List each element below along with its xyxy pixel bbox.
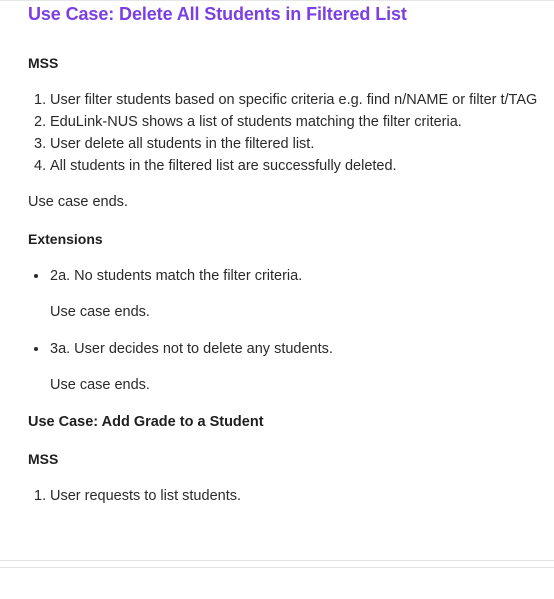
extension-end-text: Use case ends.	[50, 304, 150, 320]
step-number: 3.	[34, 136, 47, 152]
step-text: User delete all students in the filtered…	[50, 136, 315, 152]
bullet-icon	[34, 347, 38, 351]
mss-heading: MSS	[28, 451, 59, 467]
extensions-heading: Extensions	[28, 231, 103, 247]
top-divider	[0, 0, 554, 1]
step-number: 2.	[34, 114, 47, 130]
bottom-divider	[0, 567, 554, 568]
extension-text: 3a. User decides not to delete any stude…	[50, 341, 333, 357]
mss-step-list: 1. User requests to list students.	[28, 487, 241, 509]
mss-step: 1. User filter students based on specifi…	[28, 91, 537, 113]
extension-list-3a: 3a. User decides not to delete any stude…	[28, 340, 333, 362]
mss-step: 3. User delete all students in the filte…	[28, 135, 537, 157]
step-number: 4.	[34, 158, 47, 174]
bullet-icon	[34, 274, 38, 278]
bottom-divider	[0, 560, 554, 561]
step-text: EduLink-NUS shows a list of students mat…	[50, 114, 462, 130]
mss-step: 1. User requests to list students.	[28, 487, 241, 509]
extension-end-text: Use case ends.	[50, 377, 150, 393]
extension-item: 2a. No students match the filter criteri…	[28, 267, 302, 289]
mss-step-list: 1. User filter students based on specifi…	[28, 91, 537, 179]
extension-list-2a: 2a. No students match the filter criteri…	[28, 267, 302, 289]
extension-item: 3a. User decides not to delete any stude…	[28, 340, 333, 362]
step-text: User requests to list students.	[50, 488, 241, 504]
step-number: 1.	[34, 488, 47, 504]
mss-heading: MSS	[28, 55, 59, 71]
step-number: 1.	[34, 92, 47, 108]
mss-step: 2. EduLink-NUS shows a list of students …	[28, 113, 537, 135]
use-case-title-delete-filtered: Use Case: Delete All Students in Filtere…	[28, 4, 407, 24]
mss-step: 4. All students in the filtered list are…	[28, 157, 537, 179]
use-case-title-add-grade: Use Case: Add Grade to a Student	[28, 414, 264, 430]
extension-text: 2a. No students match the filter criteri…	[50, 268, 303, 284]
step-text: All students in the filtered list are su…	[50, 158, 397, 174]
use-case-ends-text: Use case ends.	[28, 194, 128, 210]
step-text: User filter students based on specific c…	[50, 92, 538, 108]
